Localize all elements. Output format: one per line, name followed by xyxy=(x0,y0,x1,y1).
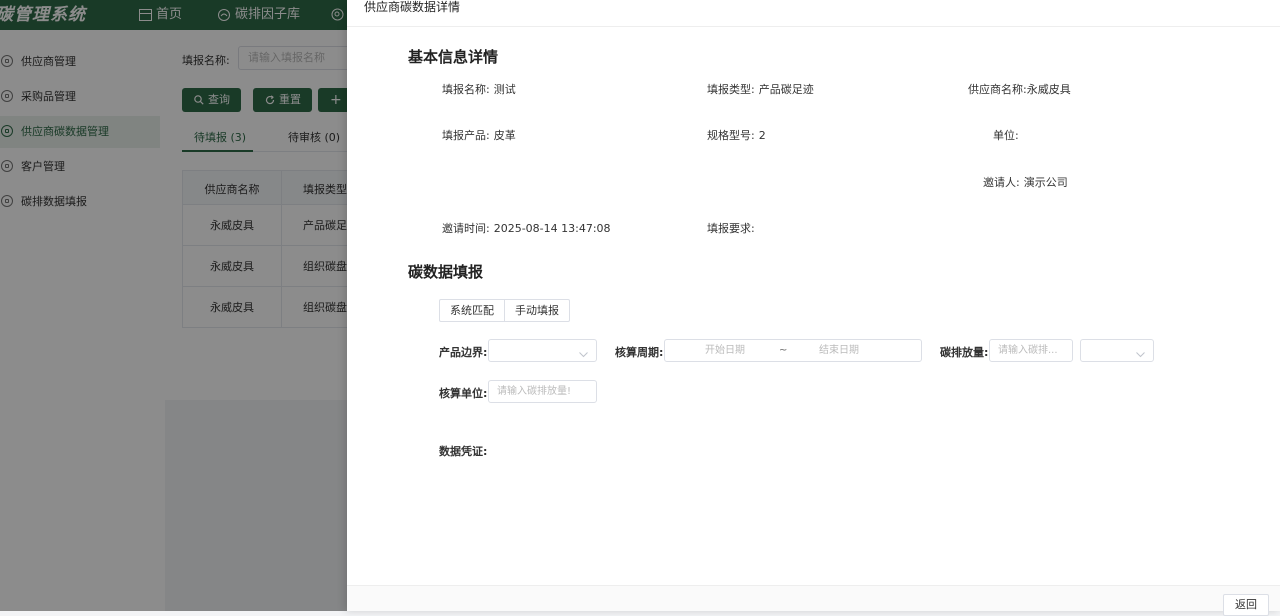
data-evidence-label: 数据凭证: xyxy=(439,445,488,458)
drawer-footer xyxy=(347,586,1280,611)
field-report-name: 填报名称: 测试 xyxy=(442,81,516,97)
field-value: 演示公司 xyxy=(1023,176,1068,189)
field-label: 供应商名称: xyxy=(968,83,1027,96)
chevron-down-icon xyxy=(579,345,588,366)
emission-amount-placeholder: 请输入碳排... xyxy=(998,345,1058,356)
field-supplier-name: 供应商名称:永威皮具 xyxy=(968,81,1071,97)
carbon-data-title: 碳数据填报 xyxy=(408,263,484,281)
drawer-header-divider xyxy=(347,26,1280,27)
field-report-type: 填报类型: 产品碳足迹 xyxy=(707,81,814,97)
drawer-title: 供应商碳数据详情 xyxy=(364,0,461,14)
emission-unit-select[interactable] xyxy=(1080,339,1154,362)
field-product: 填报产品: 皮革 xyxy=(442,127,516,143)
accounting-period-range[interactable]: 开始日期 ~ 结束日期 xyxy=(664,339,922,362)
detail-drawer: 供应商碳数据详情 基本信息详情 填报名称: 测试 填报类型: 产品碳足迹 供应商名称… xyxy=(347,0,1280,616)
drawer-footer-divider xyxy=(347,585,1280,586)
product-boundary-label: 产品边界: xyxy=(439,346,488,359)
field-value: 皮革 xyxy=(493,129,516,142)
field-label: 邀请人: xyxy=(983,176,1020,189)
field-invite-time: 邀请时间: 2025-08-14 13:47:08 xyxy=(442,220,611,236)
field-label: 填报要求: xyxy=(707,222,755,235)
field-label: 邀请时间: xyxy=(442,222,490,235)
accounting-unit-label: 核算单位: xyxy=(439,387,488,400)
product-boundary-select[interactable] xyxy=(488,339,597,362)
range-separator: ~ xyxy=(779,345,788,356)
field-value: 产品碳足迹 xyxy=(758,83,814,96)
field-inviter: 邀请人: 演示公司 xyxy=(983,174,1068,190)
field-value: 测试 xyxy=(493,83,516,96)
mode-system-match-button[interactable]: 系统匹配 xyxy=(440,300,504,321)
back-button[interactable]: 返回 xyxy=(1223,594,1269,616)
accounting-period-label: 核算周期: xyxy=(615,346,664,359)
modal-overlay[interactable] xyxy=(0,0,347,611)
accounting-unit-input[interactable]: 请输入碳排放量! xyxy=(488,380,597,403)
field-value: 2025-08-14 13:47:08 xyxy=(493,222,611,235)
field-requirement: 填报要求: xyxy=(707,220,759,236)
emission-amount-input[interactable]: 请输入碳排... xyxy=(989,339,1073,362)
mode-manual-fill-button[interactable]: 手动填报 xyxy=(504,300,569,321)
field-unit: 单位: xyxy=(993,127,1023,143)
field-value: 永威皮具 xyxy=(1026,83,1071,96)
accounting-unit-placeholder: 请输入碳排放量! xyxy=(497,386,572,397)
field-value: 2 xyxy=(758,129,766,142)
field-label: 填报名称: xyxy=(442,83,490,96)
chevron-down-icon xyxy=(1136,345,1145,366)
basic-info-title: 基本信息详情 xyxy=(408,48,499,66)
fill-mode-switch: 系统匹配 手动填报 xyxy=(439,299,570,322)
emission-amount-label: 碳排放量: xyxy=(940,346,989,359)
field-spec-model: 规格型号: 2 xyxy=(707,127,766,143)
start-date-placeholder: 开始日期 xyxy=(705,345,745,356)
field-label: 填报类型: xyxy=(707,83,755,96)
field-label: 规格型号: xyxy=(707,129,755,142)
end-date-placeholder: 结束日期 xyxy=(819,345,859,356)
field-label: 单位: xyxy=(993,129,1019,142)
field-label: 填报产品: xyxy=(442,129,490,142)
